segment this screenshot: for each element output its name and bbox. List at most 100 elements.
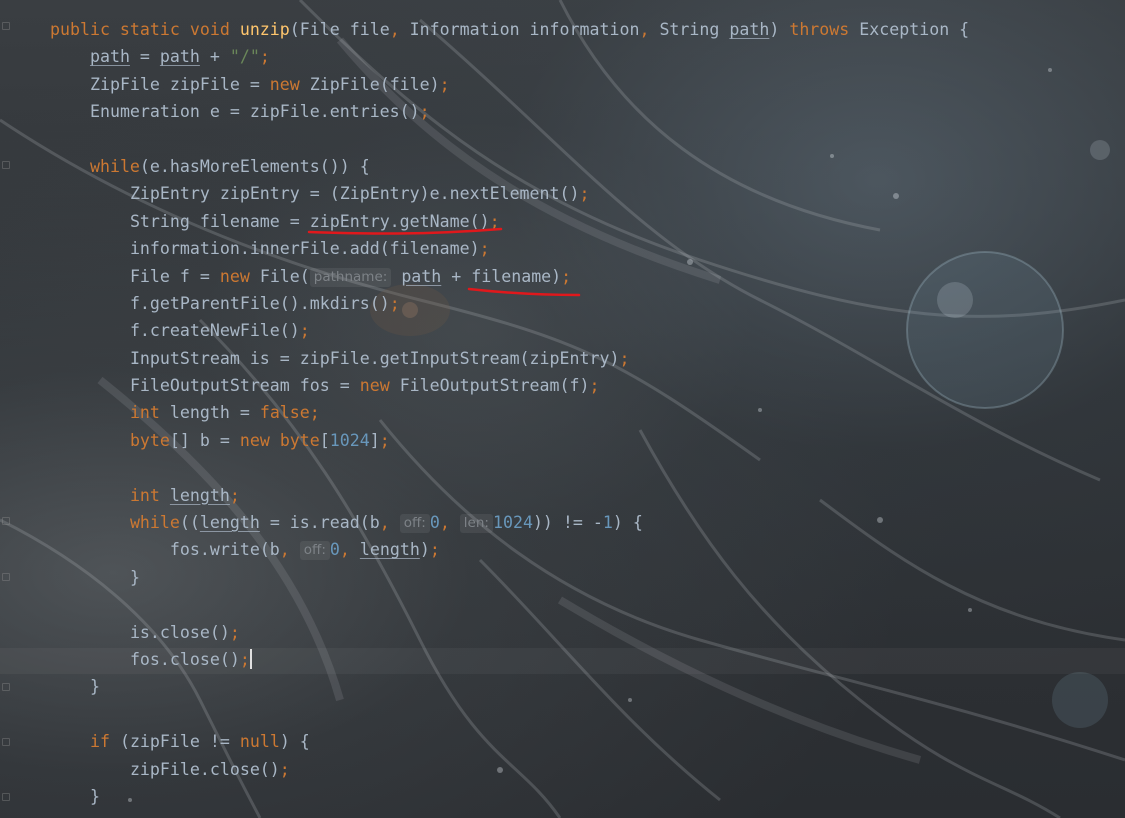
code-token: ; [279, 759, 290, 779]
code-editor[interactable]: public static void unzip(File file, Info… [0, 0, 1125, 818]
code-line[interactable]: information.innerFile.add(filename); [50, 235, 969, 262]
code-token: null [239, 732, 280, 752]
code-line[interactable]: String filename = zipEntry.getName(); [50, 208, 969, 235]
code-token: (File file [289, 20, 390, 39]
code-token: f.getParentFile().mkdirs() [129, 293, 390, 313]
code-token: new [219, 266, 260, 286]
code-token: , [389, 20, 410, 39]
code-line[interactable]: zipFile.close(); [50, 756, 969, 783]
code-line[interactable]: int length = false; [50, 399, 969, 426]
code-line[interactable]: ZipEntry zipEntry = (ZipEntry)e.nextElem… [50, 180, 969, 207]
code-token: 0 [429, 513, 440, 533]
code-token: (( [179, 513, 200, 533]
code-token: 0 [329, 540, 340, 560]
code-token: 1 [602, 513, 613, 533]
code-area[interactable]: public static void unzip(File file, Info… [50, 16, 969, 810]
code-line[interactable]: FileOutputStream fos = new FileOutputStr… [50, 372, 969, 399]
code-token: , [639, 20, 660, 39]
code-token: new [359, 376, 400, 396]
code-token: = [129, 47, 160, 67]
code-token: FileOutputStream fos = [129, 376, 360, 396]
code-token: public static void [50, 20, 240, 39]
code-line[interactable]: InputStream is = zipFile.getInputStream(… [50, 345, 969, 372]
code-token: ; [239, 649, 250, 669]
code-token: = is.read(b [259, 513, 380, 533]
code-token: path [89, 47, 130, 67]
code-token: ZipFile(file) [309, 74, 440, 94]
code-token: path [159, 47, 200, 67]
code-line[interactable]: } [50, 564, 969, 591]
annotation-underline [467, 287, 581, 297]
code-line[interactable]: while((length = is.read(b, off: 0, len: 10… [50, 509, 969, 536]
code-line[interactable]: f.createNewFile(); [50, 317, 969, 344]
code-line[interactable]: } [50, 783, 969, 810]
parameter-hint: off: [299, 541, 330, 561]
code-token: path [729, 20, 770, 39]
code-line[interactable]: path = path + "/"; [50, 43, 969, 70]
text-caret [249, 648, 252, 669]
code-token: ; [589, 376, 600, 396]
code-token: length [199, 513, 260, 533]
code-token: String [659, 20, 730, 39]
code-token: ; [429, 540, 440, 560]
code-token: while [89, 156, 140, 176]
code-token: new [269, 74, 310, 94]
code-line[interactable]: byte[] b = new byte[1024]; [50, 427, 969, 454]
parameter-hint: len: [459, 514, 493, 534]
code-token: Enumeration e = zipFile.entries() [89, 102, 420, 122]
code-token: new [239, 430, 280, 450]
code-token: ; [309, 403, 320, 423]
code-line[interactable]: int length; [50, 482, 969, 509]
code-token: ; [479, 239, 490, 259]
code-token: false [259, 403, 310, 423]
code-token: , [279, 540, 300, 560]
code-line[interactable]: is.close(); [50, 619, 969, 646]
parameter-hint: off: [399, 514, 430, 534]
code-token: f.createNewFile() [129, 321, 300, 341]
code-token: 1024 [329, 430, 370, 450]
code-token: } [129, 567, 140, 587]
code-line[interactable]: fos.write(b, off: 0, length); [50, 536, 969, 563]
code-line-empty[interactable] [50, 701, 969, 728]
code-line[interactable]: public static void unzip(File file, Info… [50, 16, 969, 43]
code-token: length = [169, 403, 260, 423]
code-token: length [359, 540, 420, 560]
code-token: } [89, 677, 100, 697]
code-line[interactable]: ZipFile zipFile = new ZipFile(file); [50, 71, 969, 98]
code-line[interactable]: if (zipFile != null) { [50, 728, 969, 755]
code-line[interactable]: } [50, 673, 969, 700]
code-token: zipFile.close() [129, 759, 280, 779]
code-token: FileOutputStream(f) [399, 376, 590, 396]
code-token: )) != - [532, 513, 603, 533]
code-token: ZipEntry zipEntry = (ZipEntry)e.nextElem… [129, 184, 580, 204]
code-token: Information information [409, 20, 640, 39]
code-line[interactable]: while(e.hasMoreElements()) { [50, 153, 969, 180]
code-token: + filename) [441, 266, 562, 286]
code-token: [ [319, 430, 330, 450]
code-line-empty[interactable] [50, 591, 969, 618]
code-line-empty[interactable] [50, 126, 969, 153]
code-token: int [129, 403, 170, 423]
code-token: ; [579, 184, 590, 204]
code-token: ] [369, 430, 380, 450]
code-token: [] b = [169, 430, 240, 450]
code-line-empty[interactable] [50, 454, 969, 481]
code-token: ; [439, 74, 450, 94]
code-token: byte [279, 430, 320, 450]
parameter-hint: pathname: [309, 267, 392, 287]
code-token: ; [229, 485, 240, 505]
code-token: fos.write(b [169, 540, 280, 560]
code-token: (zipFile != [119, 732, 240, 752]
code-line[interactable]: Enumeration e = zipFile.entries(); [50, 98, 969, 125]
code-token: "/" [229, 47, 260, 67]
code-token: ; [419, 102, 430, 122]
code-token: throws [789, 20, 860, 39]
code-token: ; [561, 266, 572, 286]
code-token: unzip [239, 20, 290, 39]
code-token: fos.close() [129, 649, 240, 669]
code-token: path [401, 266, 442, 286]
code-line-current[interactable]: fos.close(); [50, 646, 969, 673]
code-token: byte [129, 430, 170, 450]
code-token: Exception { [859, 20, 970, 39]
code-token: int [129, 485, 170, 505]
